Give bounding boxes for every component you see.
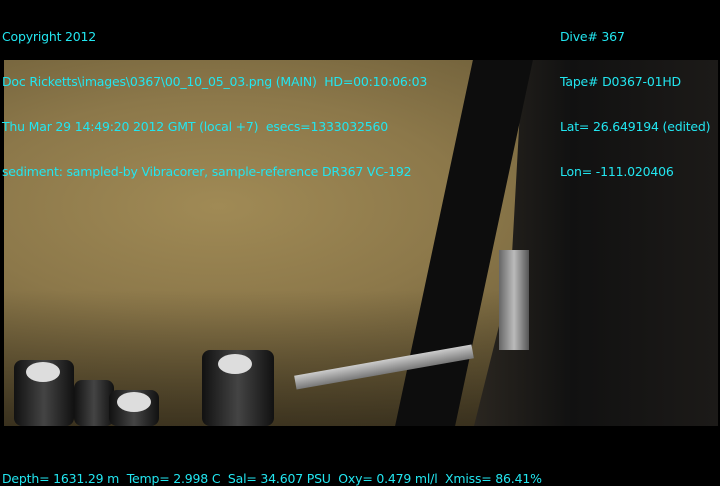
dive-number: Dive# 367: [560, 29, 625, 44]
push-core-cap: [117, 392, 151, 412]
push-core-cap: [218, 354, 252, 374]
tape-number: Tape# D0367-01HD: [560, 74, 681, 89]
push-core-3: [109, 390, 159, 426]
latitude: Lat= 26.649194 (edited): [560, 119, 711, 134]
push-core-cap: [26, 362, 60, 382]
longitude: Lon= -111.020406: [560, 164, 674, 179]
annotation-text: sediment: sampled-by Vibracorer, sample-…: [2, 164, 412, 179]
push-core-1: [14, 360, 74, 426]
timestamp-text: Thu Mar 29 14:49:20 2012 GMT (local +7) …: [2, 119, 388, 134]
overlay-top-right: Dive# 367 Tape# D0367-01HD Lat= 26.64919…: [560, 0, 711, 194]
copyright-text: Copyright 2012: [2, 29, 97, 44]
push-core-4: [202, 350, 274, 426]
file-info-text: Doc Ricketts\images\0367\00_10_05_03.png…: [2, 74, 428, 89]
core-tube: [499, 250, 529, 350]
overlay-top-left: Copyright 2012 Doc Ricketts\images\0367\…: [2, 0, 427, 194]
sensor-readout: Depth= 1631.29 m Temp= 2.998 C Sal= 34.6…: [2, 471, 542, 486]
push-core-2: [74, 380, 114, 426]
